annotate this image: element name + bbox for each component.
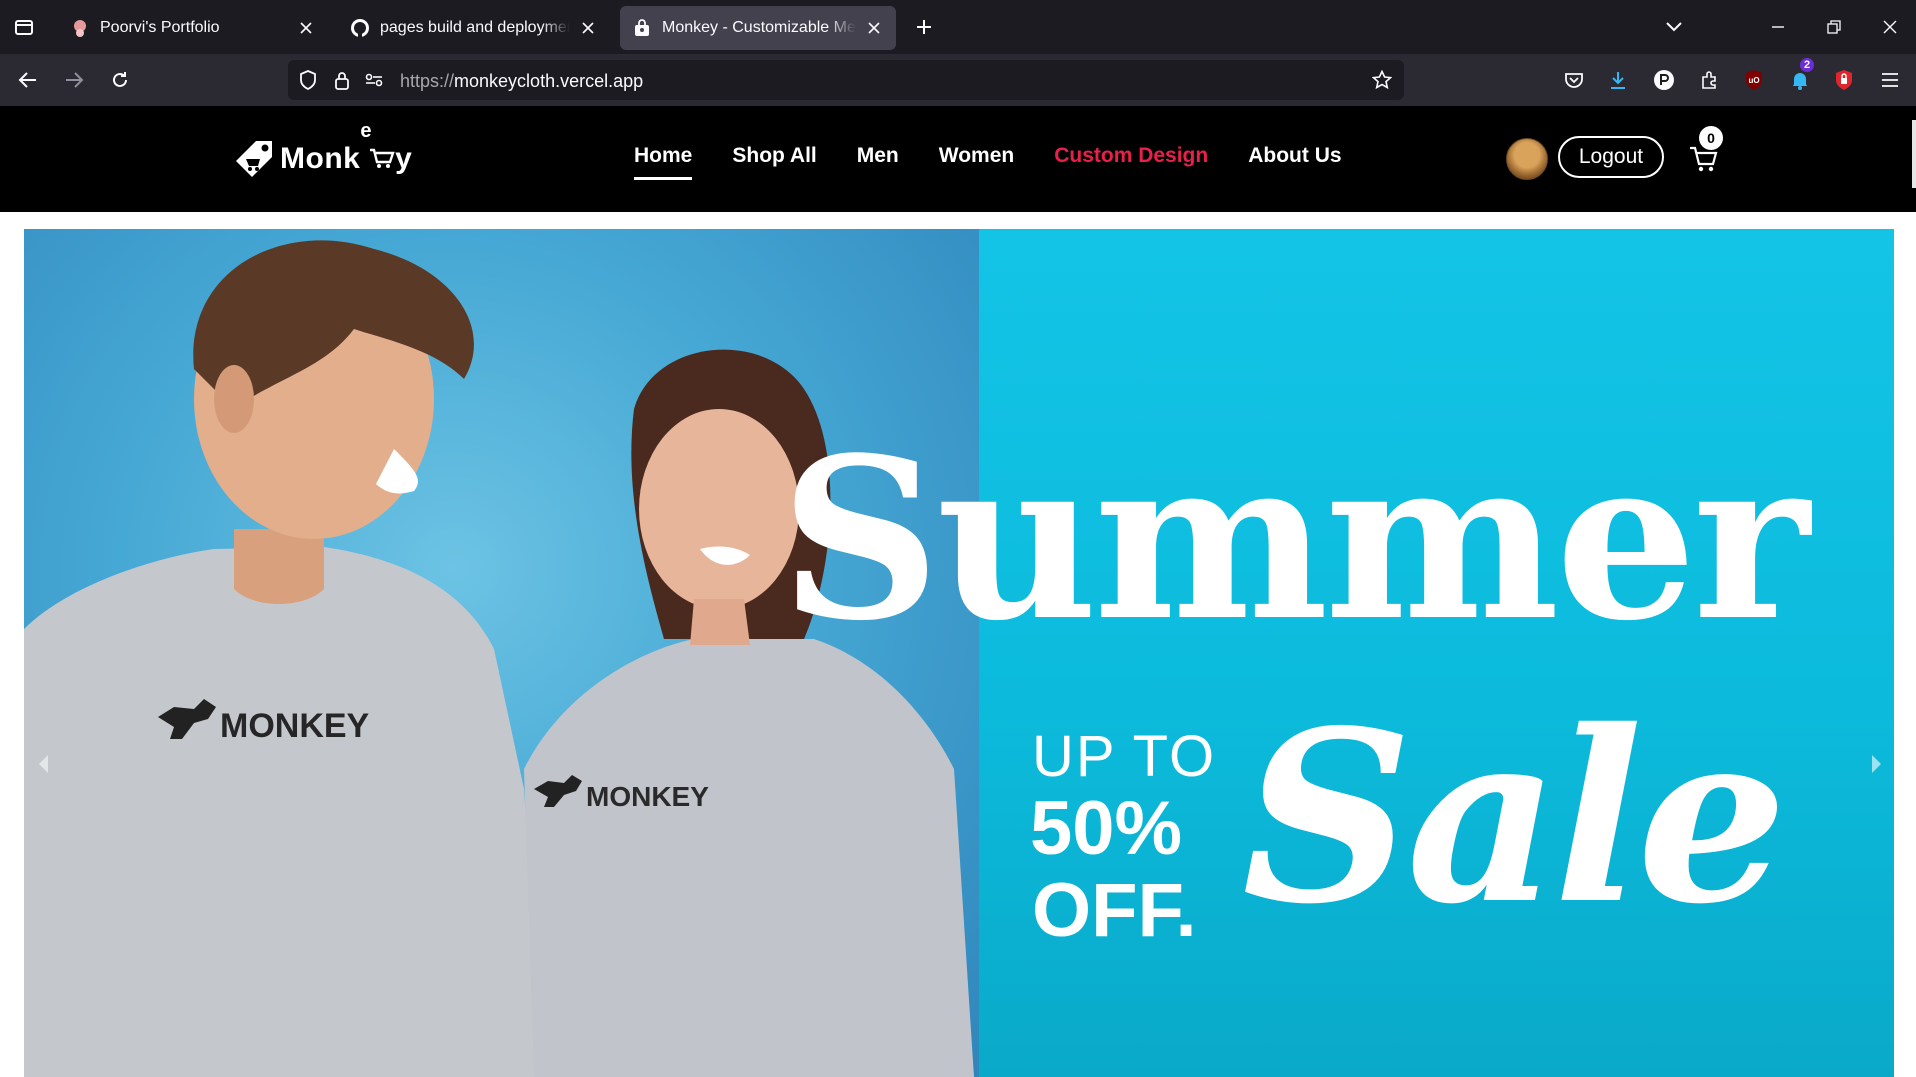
tracking-protection-shield-icon[interactable] — [294, 66, 322, 94]
restore-window-icon[interactable] — [1820, 13, 1848, 41]
man-in-monkey-tshirt-image: MONKEY — [24, 240, 544, 1077]
url-text: https://monkeycloth.vercel.app — [400, 71, 643, 92]
tab-portfolio[interactable]: Poorvi's Portfolio — [58, 6, 328, 50]
url-host: monkeycloth.vercel.app — [454, 71, 644, 91]
url-bar[interactable]: https://monkeycloth.vercel.app — [288, 60, 1404, 100]
user-avatar[interactable] — [1506, 138, 1548, 180]
github-favicon-icon — [350, 18, 370, 38]
site-header: Monk e y Home Shop All Men Women Custom … — [0, 106, 1916, 212]
list-tabs-chevron-down-icon[interactable] — [1660, 13, 1688, 41]
site-permissions-icon[interactable] — [360, 66, 388, 94]
woman-shirt-brand-text: MONKEY — [586, 781, 709, 812]
tag-cart-logo-icon — [236, 141, 272, 177]
minimize-window-icon[interactable] — [1764, 13, 1792, 41]
logo-e-letter: e — [360, 120, 372, 142]
page-scrollbar[interactable] — [1912, 120, 1916, 188]
nav-shop-all[interactable]: Shop All — [732, 144, 816, 168]
close-window-icon[interactable] — [1876, 13, 1904, 41]
extension-badge-count: 2 — [1800, 58, 1815, 72]
monkey-logo[interactable]: Monk e y — [232, 120, 413, 186]
hero-up-to: UP TO — [1032, 724, 1217, 789]
nav-women[interactable]: Women — [939, 144, 1014, 168]
tab-monkey[interactable]: Monkey - Customizable Men's and Women's — [620, 6, 896, 50]
carousel-next-arrow-icon[interactable] — [1866, 749, 1886, 779]
password-lock-extension-icon[interactable] — [1830, 66, 1858, 94]
nav-about-us[interactable]: About Us — [1248, 144, 1341, 168]
hero-title-summer: Summer — [780, 410, 1810, 670]
reload-icon[interactable] — [106, 66, 134, 94]
downloads-icon[interactable] — [1604, 66, 1632, 94]
tab-label: Monkey - Customizable Men's and Women's — [662, 19, 856, 36]
close-tab-icon[interactable] — [296, 18, 316, 38]
tab-label: Poorvi's Portfolio — [100, 19, 220, 36]
close-tab-icon[interactable] — [578, 18, 598, 38]
hero-title-sale: Sale — [1242, 678, 1787, 956]
url-protocol: https:// — [400, 71, 455, 91]
close-tab-icon[interactable] — [864, 18, 884, 38]
svg-text:uO: uO — [1748, 76, 1759, 85]
nav-men[interactable]: Men — [857, 144, 899, 168]
logout-button[interactable]: Logout — [1558, 136, 1664, 178]
hero-carousel: MONKEY MONKEY Summer UP TO 50% OFF. Sale — [24, 229, 1894, 1077]
tab-pages-build[interactable]: pages build and deployment · poorvi — [338, 6, 610, 50]
portfolio-favicon-icon — [70, 18, 90, 38]
tab-overview-icon[interactable] — [10, 13, 38, 41]
logo-text-tail: y — [395, 142, 413, 175]
browser-tab-strip: Poorvi's Portfolio pages build and deplo… — [0, 0, 1916, 54]
tab-label: pages build and deployment · poorvi — [380, 19, 570, 36]
bookmark-star-icon[interactable] — [1368, 66, 1396, 94]
browser-toolbar: https://monkeycloth.vercel.app uO 2 — [0, 54, 1916, 106]
logo-text-main: Monk — [280, 142, 361, 175]
logo-text: Monk e y — [280, 120, 413, 176]
back-arrow-icon[interactable] — [14, 66, 42, 94]
main-navigation: Home Shop All Men Women Custom Design Ab… — [634, 144, 1382, 180]
hero-discount-percent: 50% — [1030, 786, 1183, 871]
forward-arrow-icon[interactable] — [60, 66, 88, 94]
nav-custom-design[interactable]: Custom Design — [1054, 144, 1208, 168]
pocket-icon[interactable] — [1560, 66, 1588, 94]
nav-home[interactable]: Home — [634, 144, 693, 180]
extensions-puzzle-icon[interactable] — [1696, 66, 1724, 94]
hamburger-menu-icon[interactable] — [1876, 66, 1904, 94]
hero-off-label: OFF. — [1032, 868, 1197, 953]
shopping-bag-favicon-icon — [632, 18, 652, 38]
lock-icon[interactable] — [328, 66, 356, 94]
cart-count-badge: 0 — [1699, 126, 1723, 150]
carousel-prev-arrow-icon[interactable] — [34, 749, 54, 779]
man-shirt-brand-text: MONKEY — [220, 707, 370, 745]
new-tab-icon[interactable] — [910, 13, 938, 41]
cart-glyph-icon — [370, 148, 395, 168]
profile-p-icon[interactable] — [1650, 66, 1678, 94]
ublock-shield-icon[interactable]: uO — [1740, 66, 1768, 94]
